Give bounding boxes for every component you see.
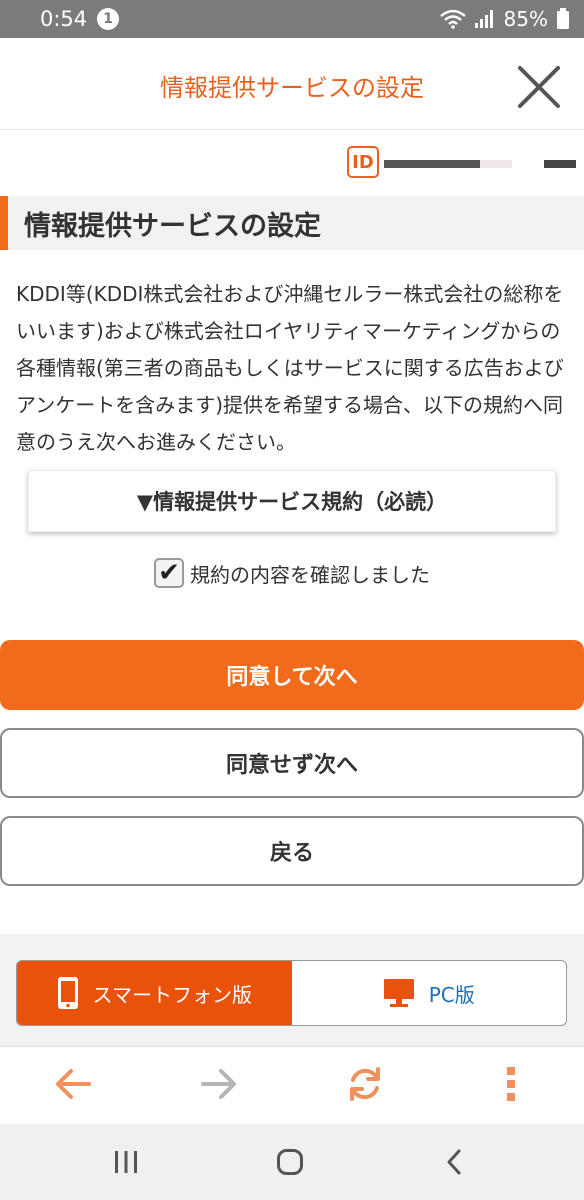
smartphone-version-tab[interactable]: スマートフォン版 <box>17 961 292 1025</box>
arrow-left-icon <box>56 1069 91 1099</box>
battery-percent: 85% <box>503 7 548 31</box>
battery-icon <box>557 8 569 29</box>
browser-reload-button[interactable] <box>340 1059 390 1109</box>
id-bar-2 <box>480 160 512 168</box>
smartphone-icon <box>57 977 78 1009</box>
signal-icon <box>474 10 493 28</box>
section-title: 情報提供サービスの設定 <box>0 196 584 250</box>
terms-toggle-button[interactable]: ▼情報提供サービス規約（必読） <box>28 470 556 532</box>
id-bar-3 <box>544 160 576 168</box>
id-badge-icon: ID <box>347 146 379 178</box>
status-indicators: 85% <box>439 7 570 31</box>
notification-count-badge: 1 <box>97 8 120 30</box>
arrow-right-icon <box>201 1069 236 1099</box>
browser-forward-button[interactable] <box>194 1059 244 1109</box>
system-nav-bar <box>0 1124 584 1200</box>
pc-version-label: PC版 <box>428 982 475 1007</box>
home-button[interactable] <box>268 1142 312 1182</box>
id-row: ID <box>0 146 584 182</box>
footer-area: スマートフォン版 PC版 <box>0 934 584 1046</box>
browser-toolbar <box>0 1046 584 1124</box>
agree-next-button[interactable]: 同意して次へ <box>0 640 584 710</box>
system-back-button[interactable] <box>432 1142 476 1182</box>
status-bar: 0:54 1 85% <box>0 0 584 38</box>
header-title: 情報提供サービスの設定 <box>160 74 424 102</box>
browser-menu-button[interactable] <box>486 1059 536 1109</box>
disagree-next-button[interactable]: 同意せず次へ <box>0 728 584 798</box>
back-button[interactable]: 戻る <box>0 816 584 886</box>
monitor-icon <box>383 979 414 1007</box>
chevron-left-icon <box>447 1149 461 1175</box>
smartphone-version-label: スマートフォン版 <box>92 982 252 1007</box>
close-button[interactable] <box>516 64 562 110</box>
recent-apps-icon <box>115 1151 137 1173</box>
more-vertical-icon <box>507 1067 515 1101</box>
browser-back-button[interactable] <box>48 1059 98 1109</box>
recent-apps-button[interactable] <box>104 1142 148 1182</box>
id-bar-1 <box>384 160 480 168</box>
close-icon <box>518 66 560 108</box>
home-icon <box>277 1149 303 1175</box>
page-header: 情報提供サービスの設定 <box>0 38 584 130</box>
confirm-checkbox[interactable]: ✔ <box>154 558 184 588</box>
version-switch: スマートフォン版 PC版 <box>16 960 567 1026</box>
confirm-row: ✔ 規約の内容を確認しました <box>0 558 584 588</box>
checkmark-icon: ✔ <box>158 558 180 588</box>
reload-icon <box>350 1067 380 1101</box>
confirm-label[interactable]: 規約の内容を確認しました <box>190 559 430 588</box>
pc-version-tab[interactable]: PC版 <box>292 961 567 1025</box>
wifi-icon <box>439 9 466 29</box>
description-text: KDDI等(KDDI株式会社および沖縄セルラー株式会社の総称をいいます)および株… <box>16 282 564 454</box>
status-time: 0:54 <box>40 7 88 31</box>
